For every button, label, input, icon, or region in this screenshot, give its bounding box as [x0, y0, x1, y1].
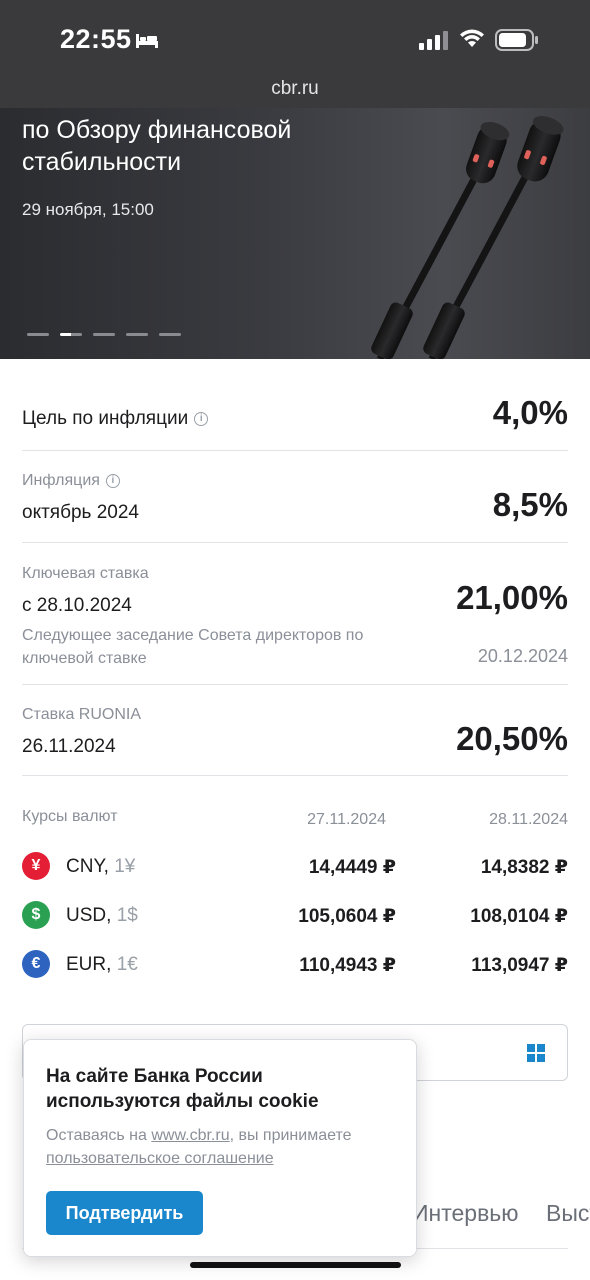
- battery-icon: [495, 29, 538, 51]
- inflation-label: Инфляция: [22, 472, 100, 489]
- cellular-signal-icon: [419, 31, 448, 50]
- inflation-label-wrap: Инфляция i: [22, 472, 120, 490]
- currency-rate-2: 113,0947 ₽: [471, 955, 568, 976]
- address-bar-url[interactable]: cbr.ru: [0, 78, 590, 100]
- inflation-target-label-wrap: Цель по инфляции i: [22, 408, 209, 430]
- currency-date-1: 27.11.2024: [307, 811, 386, 828]
- key-rate-label: Ключевая ставка: [22, 565, 149, 582]
- inflation-value: 8,5%: [492, 486, 568, 523]
- currency-row-usd[interactable]: $ USD, 1$ 105,0604 ₽ 108,0104 ₽: [22, 893, 568, 942]
- dollar-icon: $: [22, 901, 50, 929]
- cookie-text-part: , вы принимаете: [229, 1127, 352, 1144]
- confirm-cookie-button[interactable]: Подтвердить: [46, 1191, 203, 1235]
- currency-rates-table: Курсы валют 27.11.2024 28.11.2024 ¥ CNY,…: [22, 808, 568, 991]
- ruonia-date: 26.11.2024: [22, 736, 116, 757]
- divider: [22, 450, 568, 451]
- currency-unit: 1$: [116, 905, 138, 926]
- inflation-target-value: 4,0%: [492, 394, 568, 431]
- divider: [22, 775, 568, 776]
- divider: [22, 542, 568, 543]
- currency-row-cny[interactable]: ¥ CNY, 1¥ 14,4449 ₽ 14,8382 ₽: [22, 844, 568, 893]
- top-bar: 22:55 cbr.ru: [0, 0, 590, 108]
- key-rate-block[interactable]: Ключевая ставка с 28.10.2024 21,00% След…: [22, 563, 568, 673]
- cbr-site-link[interactable]: www.cbr.ru: [151, 1127, 229, 1144]
- currency-code: USD, 1$: [66, 905, 138, 926]
- info-icon[interactable]: i: [194, 411, 209, 426]
- carousel-dot-active[interactable]: [60, 333, 82, 336]
- currency-unit: 1€: [116, 954, 138, 975]
- home-indicator[interactable]: [190, 1262, 401, 1268]
- currency-unit: 1¥: [114, 856, 136, 877]
- currency-code-text: EUR: [66, 954, 107, 975]
- info-icon[interactable]: i: [105, 473, 120, 488]
- divider: [22, 684, 568, 685]
- key-rate-value: 21,00%: [456, 579, 568, 616]
- cookie-text: Оставаясь на www.cbr.ru, вы принимаете п…: [46, 1124, 406, 1170]
- currency-header: Курсы валют 27.11.2024 28.11.2024: [22, 808, 568, 834]
- currency-row-eur[interactable]: € EUR, 1€ 110,4943 ₽ 113,0947 ₽: [22, 942, 568, 991]
- key-rate-since: с 28.10.2024: [22, 595, 132, 616]
- currency-rate-1: 110,4943 ₽: [299, 955, 396, 976]
- currency-date-2: 28.11.2024: [489, 811, 568, 828]
- currency-rate-2: 108,0104 ₽: [470, 906, 568, 927]
- carousel-dot[interactable]: [126, 333, 148, 336]
- currency-rate-2: 14,8382 ₽: [480, 857, 568, 878]
- next-meeting-label: Следующее заседание Совета директоров по…: [22, 627, 364, 667]
- sleep-focus-icon: [136, 34, 158, 48]
- microphones-image: [371, 116, 564, 359]
- hero-banner[interactable]: по Обзору финансовой стабильности 29 ноя…: [0, 108, 590, 359]
- currency-code: EUR, 1€: [66, 954, 138, 975]
- currency-rate-1: 105,0604 ₽: [298, 906, 396, 927]
- currency-rate-1: 14,4449 ₽: [308, 857, 396, 878]
- status-time: 22:55: [60, 24, 132, 54]
- cookie-text-part: Оставаясь на: [46, 1127, 152, 1144]
- grid-view-icon[interactable]: [527, 1044, 545, 1062]
- wifi-icon: [460, 29, 484, 47]
- ruonia-block[interactable]: Ставка RUONIA 26.11.2024 20,50%: [22, 704, 568, 764]
- euro-icon: €: [22, 950, 50, 978]
- hero-title-line1: по Обзору финансовой: [22, 116, 292, 144]
- currency-title: Курсы валют: [22, 808, 118, 825]
- inflation-period: октябрь 2024: [22, 502, 139, 523]
- carousel-dots[interactable]: [27, 333, 181, 336]
- yuan-icon: ¥: [22, 852, 50, 880]
- carousel-dot[interactable]: [27, 333, 49, 336]
- cookie-consent-popup: На сайте Банка России используются файлы…: [23, 1039, 417, 1257]
- next-meeting-date: 20.12.2024: [477, 646, 568, 666]
- inflation-target-block[interactable]: Цель по инфляции i 4,0%: [22, 392, 568, 442]
- tab-speeches[interactable]: Выст: [546, 1200, 590, 1227]
- currency-code-text: CNY: [66, 856, 104, 877]
- inflation-block[interactable]: Инфляция i октябрь 2024 8,5%: [22, 470, 568, 530]
- currency-code-text: USD: [66, 905, 107, 926]
- hero-date: 29 ноября, 15:00: [22, 200, 154, 219]
- carousel-dot[interactable]: [159, 333, 181, 336]
- tab-interviews[interactable]: Интервью: [412, 1200, 519, 1227]
- cookie-title: На сайте Банка России используются файлы…: [46, 1066, 319, 1112]
- hero-title[interactable]: по Обзору финансовой стабильности: [22, 114, 382, 178]
- inflation-target-label: Цель по инфляции: [22, 408, 189, 429]
- carousel-dot[interactable]: [93, 333, 115, 336]
- ruonia-value: 20,50%: [456, 720, 568, 757]
- user-agreement-link[interactable]: пользовательское соглашение: [46, 1150, 274, 1167]
- hero-title-line2: стабильности: [22, 148, 182, 176]
- currency-code: CNY, 1¥: [66, 856, 136, 877]
- ruonia-label: Ставка RUONIA: [22, 706, 142, 723]
